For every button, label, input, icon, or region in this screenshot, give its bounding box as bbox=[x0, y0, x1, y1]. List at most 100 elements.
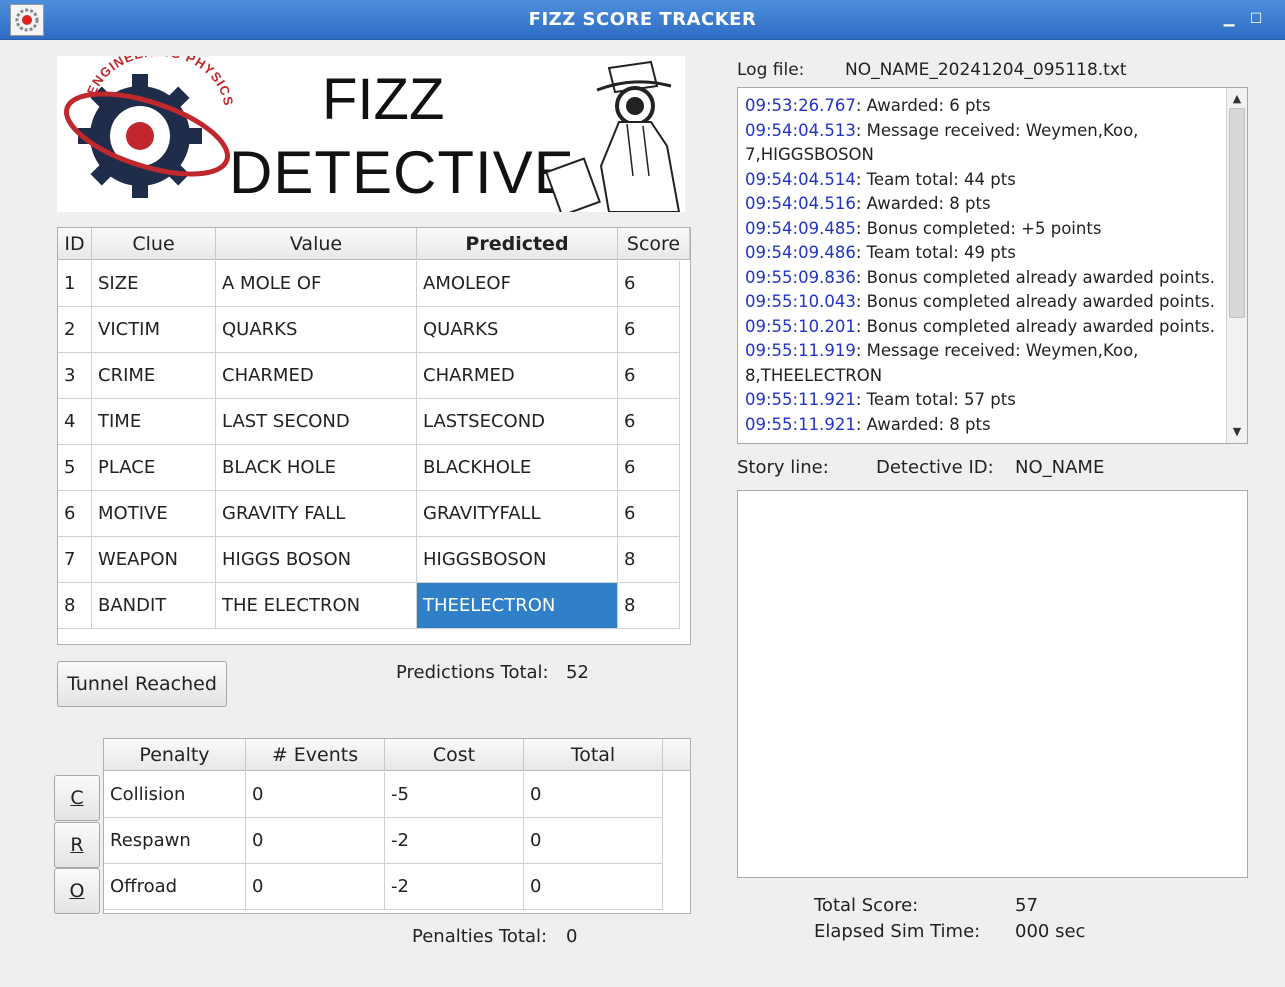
total-cell[interactable]: 0 bbox=[524, 818, 663, 864]
scroll-thumb[interactable] bbox=[1229, 108, 1245, 318]
predicted-cell[interactable]: AMOLEOF bbox=[417, 261, 618, 307]
clue-cell[interactable]: BANDIT bbox=[92, 583, 216, 629]
clue-cell[interactable]: PLACE bbox=[92, 445, 216, 491]
respawn-button[interactable]: R bbox=[54, 822, 100, 868]
predicted-cell[interactable]: LASTSECOND bbox=[417, 399, 618, 445]
penalties-total-value: 0 bbox=[566, 926, 578, 947]
events-cell[interactable]: 0 bbox=[246, 818, 385, 864]
penalty-name-cell: Respawn bbox=[104, 818, 246, 864]
predicted-cell[interactable]: HIGGSBOSON bbox=[417, 537, 618, 583]
cost-cell[interactable]: -2 bbox=[385, 864, 524, 910]
log-timestamp: 09:55:09.836 bbox=[745, 267, 856, 287]
column-header-events[interactable]: # Events bbox=[246, 739, 385, 771]
log-message: : Awarded: 8 pts bbox=[855, 414, 991, 434]
log-message: : Team total: 57 pts bbox=[855, 390, 1016, 409]
log-message: : Awarded: 8 pts bbox=[855, 194, 991, 213]
value-cell[interactable]: THE ELECTRON bbox=[216, 583, 417, 629]
value-cell[interactable]: CHARMED bbox=[216, 353, 417, 399]
predicted-cell[interactable]: GRAVITYFALL bbox=[417, 491, 618, 537]
story-line-label: Story line: bbox=[737, 457, 829, 478]
total-cell[interactable]: 0 bbox=[524, 864, 663, 910]
score-cell[interactable]: 6 bbox=[618, 353, 680, 399]
log-message: 7,HIGGSBOSON bbox=[745, 145, 874, 164]
score-cell[interactable]: 6 bbox=[618, 491, 680, 537]
clue-cell[interactable]: TIME bbox=[92, 399, 216, 445]
column-header-predicted[interactable]: Predicted bbox=[417, 228, 618, 260]
title-bar: FIZZ SCORE TRACKER ▁ ☐ bbox=[0, 0, 1285, 40]
penalty-name-cell: Collision bbox=[104, 772, 246, 818]
events-cell[interactable]: 0 bbox=[246, 864, 385, 910]
offroad-button[interactable]: O bbox=[54, 868, 100, 914]
row-id: 7 bbox=[58, 537, 92, 583]
value-cell[interactable]: BLACK HOLE bbox=[216, 445, 417, 491]
log-lines: 09:53:26.767: Awarded: 6 pts 09:54:04.51… bbox=[745, 94, 1225, 437]
elapsed-time-label: Elapsed Sim Time: bbox=[814, 921, 981, 942]
detective-id-value: NO_NAME bbox=[1015, 457, 1105, 478]
log-message: : Bonus completed already awarded points… bbox=[855, 267, 1215, 287]
header-filler bbox=[663, 739, 690, 771]
minimize-icon[interactable]: ▁ bbox=[1220, 10, 1238, 28]
detective-id-label: Detective ID: bbox=[876, 457, 994, 478]
log-line: 09:53:26.767: Awarded: 6 pts bbox=[745, 94, 1225, 119]
column-header-cost[interactable]: Cost bbox=[385, 739, 524, 771]
clue-cell[interactable]: MOTIVE bbox=[92, 491, 216, 537]
value-cell[interactable]: GRAVITY FALL bbox=[216, 491, 417, 537]
scroll-down-icon[interactable]: ▼ bbox=[1227, 423, 1247, 441]
events-cell[interactable]: 0 bbox=[246, 772, 385, 818]
clue-cell[interactable]: CRIME bbox=[92, 353, 216, 399]
log-message: 8,THEELECTRON bbox=[745, 365, 883, 385]
banner-title-line1: FIZZ bbox=[322, 67, 445, 132]
value-cell[interactable]: LAST SECOND bbox=[216, 399, 417, 445]
value-cell[interactable]: QUARKS bbox=[216, 307, 417, 353]
log-message: : Message received: Weymen,Koo, bbox=[855, 341, 1139, 360]
score-cell[interactable]: 6 bbox=[618, 399, 680, 445]
log-line: 09:55:10.043: Bonus completed already aw… bbox=[745, 290, 1225, 315]
log-line: 09:55:11.921: Team total: 57 pts bbox=[745, 388, 1225, 413]
penalty-name-cell: Offroad bbox=[104, 864, 246, 910]
scroll-up-icon[interactable]: ▲ bbox=[1227, 90, 1247, 108]
clue-cell[interactable]: SIZE bbox=[92, 261, 216, 307]
score-cell[interactable]: 8 bbox=[618, 583, 680, 629]
clue-cell[interactable]: VICTIM bbox=[92, 307, 216, 353]
collision-button[interactable]: C bbox=[54, 775, 100, 821]
predictions-total-label: Predictions Total: bbox=[396, 662, 549, 683]
log-scrollbar[interactable]: ▲ ▼ bbox=[1226, 88, 1247, 443]
column-header-id[interactable]: ID bbox=[58, 228, 92, 260]
log-message: : Bonus completed already awarded points… bbox=[855, 316, 1215, 336]
value-cell[interactable]: A MOLE OF bbox=[216, 261, 417, 307]
tunnel-reached-button[interactable]: Tunnel Reached bbox=[57, 661, 227, 707]
engineering-physics-logo: ENGINEERING PHYSICS bbox=[64, 56, 235, 198]
value-cell[interactable]: HIGGS BOSON bbox=[216, 537, 417, 583]
total-score-value: 57 bbox=[1015, 895, 1038, 916]
predicted-cell[interactable]: QUARKS bbox=[417, 307, 618, 353]
score-cell[interactable]: 6 bbox=[618, 445, 680, 491]
log-timestamp: 09:55:10.043 bbox=[745, 292, 856, 311]
score-cell[interactable]: 6 bbox=[618, 261, 680, 307]
column-header-penalty[interactable]: Penalty bbox=[104, 739, 246, 771]
cost-cell[interactable]: -2 bbox=[385, 818, 524, 864]
log-line: 7,HIGGSBOSON bbox=[745, 143, 1225, 168]
log-timestamp: 09:54:04.514 bbox=[745, 169, 856, 189]
log-output[interactable]: 09:53:26.767: Awarded: 6 pts 09:54:04.51… bbox=[737, 87, 1248, 444]
column-header-clue[interactable]: Clue bbox=[92, 228, 216, 260]
cost-cell[interactable]: -5 bbox=[385, 772, 524, 818]
predicted-cell[interactable]: CHARMED bbox=[417, 353, 618, 399]
log-line: 09:54:04.513: Message received: Weymen,K… bbox=[745, 119, 1225, 144]
clue-cell[interactable]: WEAPON bbox=[92, 537, 216, 583]
log-message: : Message received: Weymen,Koo, bbox=[855, 120, 1139, 140]
story-line-box[interactable] bbox=[737, 490, 1248, 878]
fizz-detective-banner: ENGINEERING PHYSICS FIZZ DETECTIVE bbox=[57, 56, 685, 212]
maximize-icon[interactable]: ☐ bbox=[1247, 10, 1265, 28]
column-header-value[interactable]: Value bbox=[216, 228, 417, 260]
score-cell[interactable]: 8 bbox=[618, 537, 680, 583]
column-header-score[interactable]: Score bbox=[618, 228, 690, 260]
log-message: : Bonus completed: +5 points bbox=[855, 218, 1102, 238]
predicted-cell[interactable]: BLACKHOLE bbox=[417, 445, 618, 491]
total-cell[interactable]: 0 bbox=[524, 772, 663, 818]
predicted-cell-selected[interactable]: THEELECTRON bbox=[417, 583, 618, 629]
score-cell[interactable]: 6 bbox=[618, 307, 680, 353]
row-id: 6 bbox=[58, 491, 92, 537]
log-message: : Awarded: 6 pts bbox=[855, 96, 991, 115]
log-timestamp: 09:55:10.201 bbox=[745, 316, 856, 336]
column-header-total[interactable]: Total bbox=[524, 739, 663, 771]
